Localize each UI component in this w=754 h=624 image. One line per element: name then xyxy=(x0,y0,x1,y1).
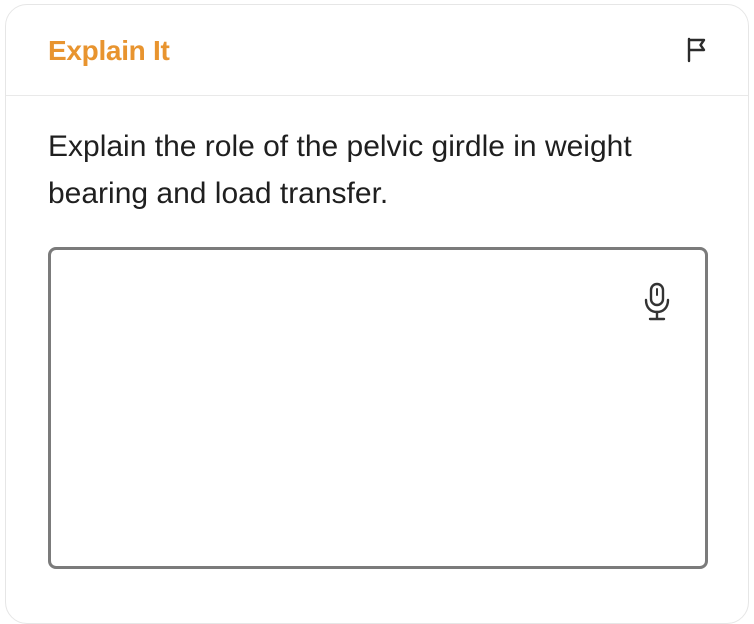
report-flag-button[interactable] xyxy=(682,37,712,67)
question-card: Explain It Explain the role of the pelvi… xyxy=(5,4,749,624)
flag-icon xyxy=(685,37,709,68)
answer-input[interactable] xyxy=(51,250,705,566)
answer-box xyxy=(48,247,708,569)
card-title: Explain It xyxy=(48,35,170,66)
card-header: Explain It xyxy=(6,5,748,96)
voice-input-button[interactable] xyxy=(639,280,675,328)
question-prompt: Explain the role of the pelvic girdle in… xyxy=(48,130,632,210)
microphone-icon xyxy=(642,281,672,328)
